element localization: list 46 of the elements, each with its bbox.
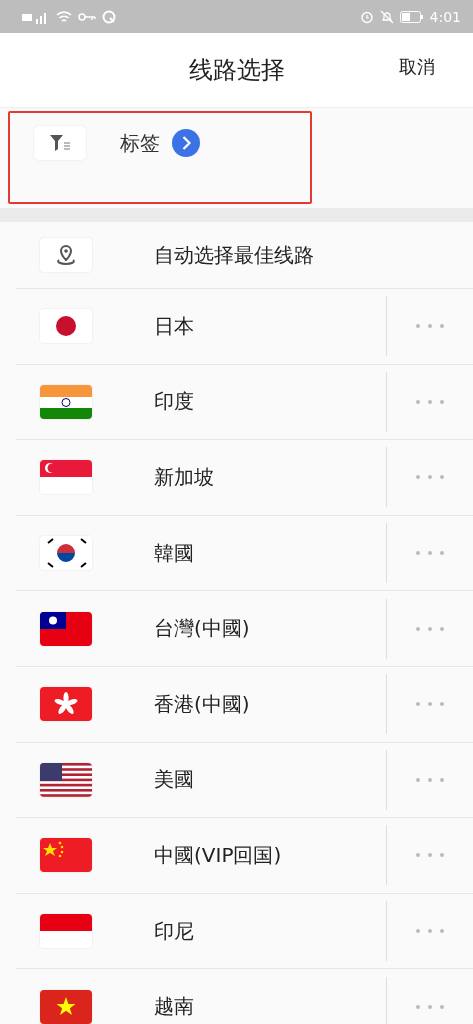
more-icon [415, 776, 445, 783]
route-name[interactable]: 印尼 [154, 917, 386, 945]
page-title: 线路选择 [188, 55, 285, 86]
route-name[interactable]: 韓國 [154, 539, 386, 567]
flag-icon [40, 762, 92, 797]
route-name[interactable]: 台灣(中國) [154, 615, 386, 643]
flag-icon [40, 989, 92, 1024]
alarm-icon [359, 9, 374, 24]
more-icon [415, 474, 445, 481]
status-time: 4:01 [429, 8, 461, 25]
location-pin-icon [55, 244, 77, 266]
route-name[interactable]: 印度 [154, 388, 386, 416]
flag-icon [40, 687, 92, 722]
flag-icon [40, 611, 92, 646]
flag-icon [40, 838, 92, 873]
app-icon [102, 9, 116, 24]
flag-icon [40, 309, 92, 344]
more-icon [415, 852, 445, 859]
more-icon [415, 323, 445, 330]
route-name[interactable]: 越南 [154, 993, 386, 1021]
flag-icon [40, 384, 92, 419]
route-name[interactable]: 香港(中國) [154, 690, 386, 718]
more-icon [415, 1003, 445, 1010]
more-icon [415, 928, 445, 935]
location-button[interactable] [40, 238, 92, 272]
more-icon [415, 550, 445, 557]
route-name[interactable]: 中國(VIP回国) [154, 841, 386, 869]
more-icon [415, 398, 445, 405]
cancel-button[interactable]: 取消 [399, 55, 435, 79]
more-icon [415, 701, 445, 708]
route-name[interactable]: 自动选择最佳线路 [154, 241, 473, 269]
key-icon [78, 11, 96, 22]
filter-button[interactable] [34, 126, 86, 160]
bell-muted-icon [379, 9, 394, 24]
battery-icon [399, 10, 424, 23]
route-name[interactable]: 美國 [154, 766, 386, 794]
chevron-right-icon [172, 129, 200, 157]
filter-icon [49, 134, 71, 152]
more-icon [415, 625, 445, 632]
flag-icon [40, 460, 92, 495]
flag-icon [40, 536, 92, 571]
route-name[interactable]: 日本 [154, 312, 386, 340]
tag-button[interactable]: 标签 [120, 126, 200, 160]
wifi-icon [56, 9, 72, 24]
route-name[interactable]: 新加坡 [154, 464, 386, 491]
flag-icon [40, 914, 92, 949]
